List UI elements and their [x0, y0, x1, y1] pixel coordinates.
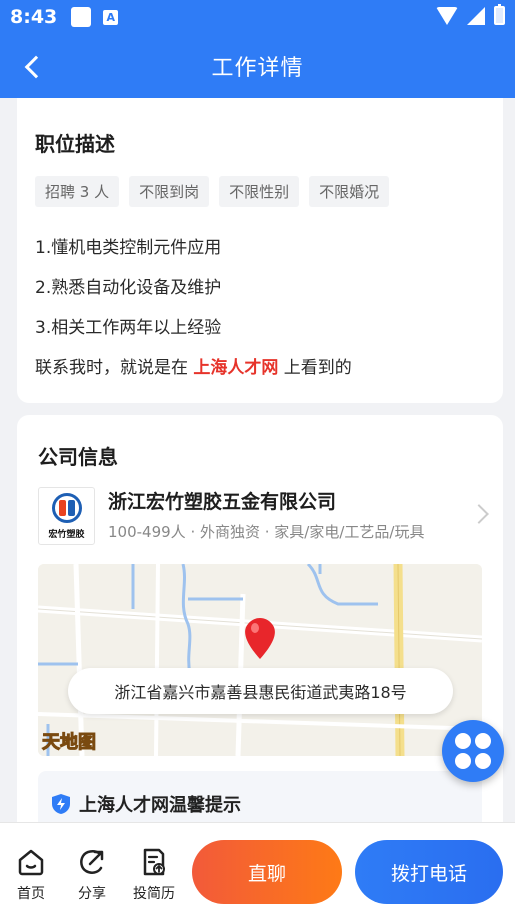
- job-tags: 招聘 3 人 不限到岗 不限性别 不限婚况: [35, 176, 390, 207]
- wifi-icon: [436, 6, 458, 25]
- direct-chat-button[interactable]: 直聊: [192, 840, 342, 904]
- requirement-item: 3.相关工作两年以上经验: [35, 318, 222, 338]
- company-logo-text: 宏竹塑胶: [48, 529, 85, 540]
- location-map[interactable]: 浙江省嘉兴市嘉善县惠民街道武夷路18号 天地图: [38, 564, 482, 756]
- back-button[interactable]: [20, 52, 48, 82]
- requirement-item: 2.熟悉自动化设备及维护: [35, 278, 222, 298]
- nav-home-label: 首页: [17, 886, 45, 902]
- chevron-left-icon: [24, 55, 48, 79]
- job-description-card: 职位描述 招聘 3 人 不限到岗 不限性别 不限婚况 1.懂机电类控制元件应用 …: [17, 98, 503, 403]
- fab-dot: [475, 753, 491, 769]
- contact-note: 联系我时，就说是在 上海人才网 上看到的: [35, 348, 352, 388]
- nav-resume-label: 投简历: [133, 886, 175, 902]
- bottom-action-bar: 首页 分享 投简历 直聊 拨打电话: [0, 822, 515, 920]
- notification-icon: [71, 7, 92, 27]
- floating-menu-button[interactable]: [442, 720, 504, 782]
- status-indicators: [436, 4, 505, 25]
- contact-suffix: 上看到的: [278, 358, 352, 378]
- fab-dot: [455, 733, 471, 749]
- resume-upload-icon: [143, 848, 165, 876]
- company-logo-mark: [51, 492, 82, 523]
- keyboard-notification-icon: A: [103, 9, 119, 25]
- tag-start-date: 不限到岗: [129, 176, 210, 207]
- address-label: 浙江省嘉兴市嘉善县惠民街道武夷路18号: [68, 668, 453, 714]
- call-phone-button[interactable]: 拨打电话: [355, 840, 503, 904]
- contact-prefix: 联系我时，就说是在: [35, 358, 194, 378]
- nav-share-label: 分享: [78, 886, 106, 902]
- status-bar: 8:43 A: [0, 0, 515, 34]
- tag-headcount: 招聘 3 人: [35, 176, 120, 207]
- page-title: 工作详情: [211, 55, 304, 80]
- fab-dot: [475, 733, 491, 749]
- map-roads: [38, 564, 482, 756]
- contact-site-name: 上海人才网: [193, 358, 279, 378]
- signal-icon: [467, 6, 485, 25]
- nav-row: 工作详情: [0, 34, 515, 98]
- requirement-item: 1.懂机电类控制元件应用: [35, 238, 222, 258]
- warm-tip-title: 上海人才网温馨提示: [79, 795, 241, 816]
- shield-icon: [52, 794, 70, 814]
- company-logo: 宏竹塑胶: [38, 487, 95, 545]
- map-provider-logo: 天地图: [42, 732, 97, 754]
- nav-resume[interactable]: 投简历: [128, 847, 180, 903]
- status-time: 8:43: [10, 6, 58, 28]
- nav-home[interactable]: 首页: [5, 847, 57, 903]
- job-requirements: 1.懂机电类控制元件应用 2.熟悉自动化设备及维护 3.相关工作两年以上经验 联…: [35, 228, 352, 388]
- job-description-title: 职位描述: [35, 132, 115, 156]
- company-meta: 100-499人 · 外商独资 · 家具/家电/工艺品/玩具: [108, 523, 425, 541]
- company-name: 浙江宏竹塑胶五金有限公司: [108, 491, 337, 513]
- tag-gender: 不限性别: [219, 176, 300, 207]
- battery-icon: [494, 4, 505, 25]
- home-icon: [18, 849, 44, 876]
- fab-dot: [455, 753, 471, 769]
- top-app-bar: 8:43 A 工作详情: [0, 0, 515, 98]
- share-icon: [80, 850, 104, 874]
- chevron-right-icon: [469, 504, 489, 524]
- company-row[interactable]: 宏竹塑胶 浙江宏竹塑胶五金有限公司 100-499人 · 外商独资 · 家具/家…: [38, 487, 489, 545]
- tag-marital: 不限婚况: [309, 176, 390, 207]
- nav-share[interactable]: 分享: [66, 847, 118, 903]
- company-info-card: 公司信息 宏竹塑胶 浙江宏竹塑胶五金有限公司 100-499人 · 外商独资 ·…: [17, 415, 503, 835]
- company-info-title: 公司信息: [38, 445, 118, 469]
